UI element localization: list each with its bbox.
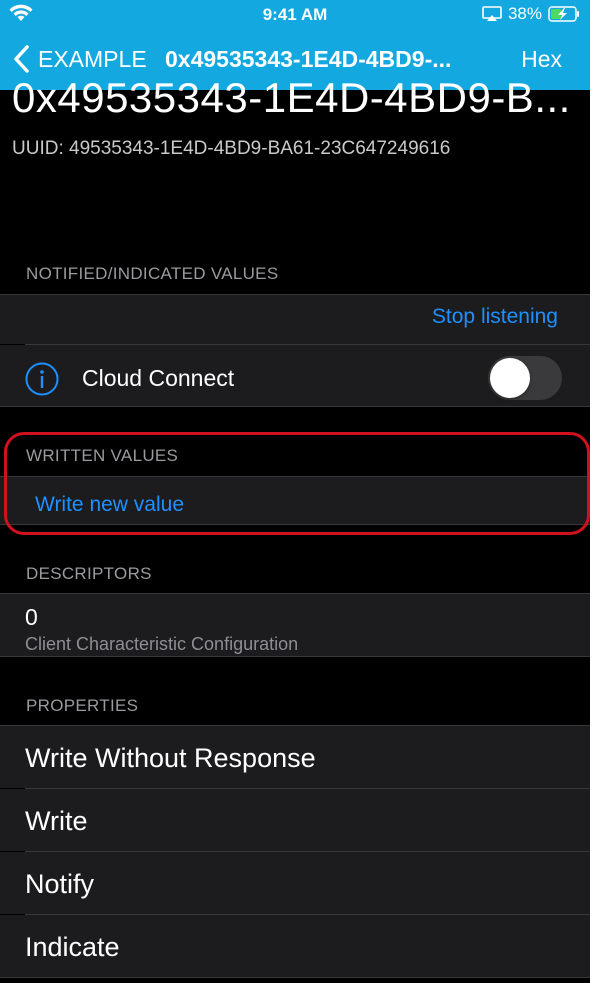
stop-listening-button[interactable]: Stop listening — [432, 305, 558, 329]
status-right: 38% — [482, 4, 580, 24]
descriptor-name: Client Characteristic Configuration — [25, 634, 299, 654]
property-row: Write Without Response — [0, 726, 590, 788]
property-label: Indicate — [25, 932, 120, 962]
hex-button[interactable]: Hex — [521, 46, 562, 73]
screen-edge — [590, 0, 594, 983]
descriptor-value: 0 — [25, 604, 38, 630]
uuid-label: UUID: 49535343-1E4D-4BD9-BA61-23C6472496… — [12, 138, 451, 159]
characteristic-title: 0x49535343-1E4D-4BD9-B... — [12, 74, 571, 121]
cloud-connect-toggle[interactable] — [488, 356, 562, 400]
back-button[interactable]: EXAMPLE — [12, 42, 147, 76]
airplay-icon — [482, 6, 502, 21]
cloud-connect-cell: Cloud Connect — [0, 345, 590, 406]
stop-listening-cell: Stop listening — [0, 295, 590, 344]
divider — [0, 977, 590, 978]
property-label: Notify — [25, 869, 95, 899]
back-chevron-icon — [14, 45, 29, 73]
section-header-descriptors: DESCRIPTORS — [26, 564, 152, 583]
screen: 9:41 AM 38% EXAMPLE 0x49535343-1E4D-4BD9… — [0, 0, 594, 983]
battery-charging-icon — [548, 6, 579, 22]
property-label: Write — [25, 806, 88, 836]
property-row: Indicate — [0, 915, 590, 977]
cloud-connect-label: Cloud Connect — [82, 365, 235, 391]
descriptor-row[interactable]: 0 Client Characteristic Configuration — [0, 594, 590, 656]
section-header-notified: NOTIFIED/INDICATED VALUES — [26, 264, 279, 283]
section-header-properties: PROPERTIES — [26, 696, 139, 715]
property-row: Write — [0, 789, 590, 851]
nav-title: 0x49535343-1E4D-4BD9-... — [165, 46, 452, 72]
info-icon[interactable] — [25, 362, 59, 396]
back-label: EXAMPLE — [38, 45, 147, 72]
property-row: Notify — [0, 852, 590, 914]
toggle-knob — [490, 358, 530, 398]
highlight-annotation — [4, 432, 590, 535]
property-label: Write Without Response — [25, 743, 316, 773]
divider — [0, 406, 590, 407]
divider — [0, 656, 590, 657]
status-bar: 9:41 AM 38% — [0, 0, 590, 30]
battery-percent: 38% — [507, 4, 542, 23]
